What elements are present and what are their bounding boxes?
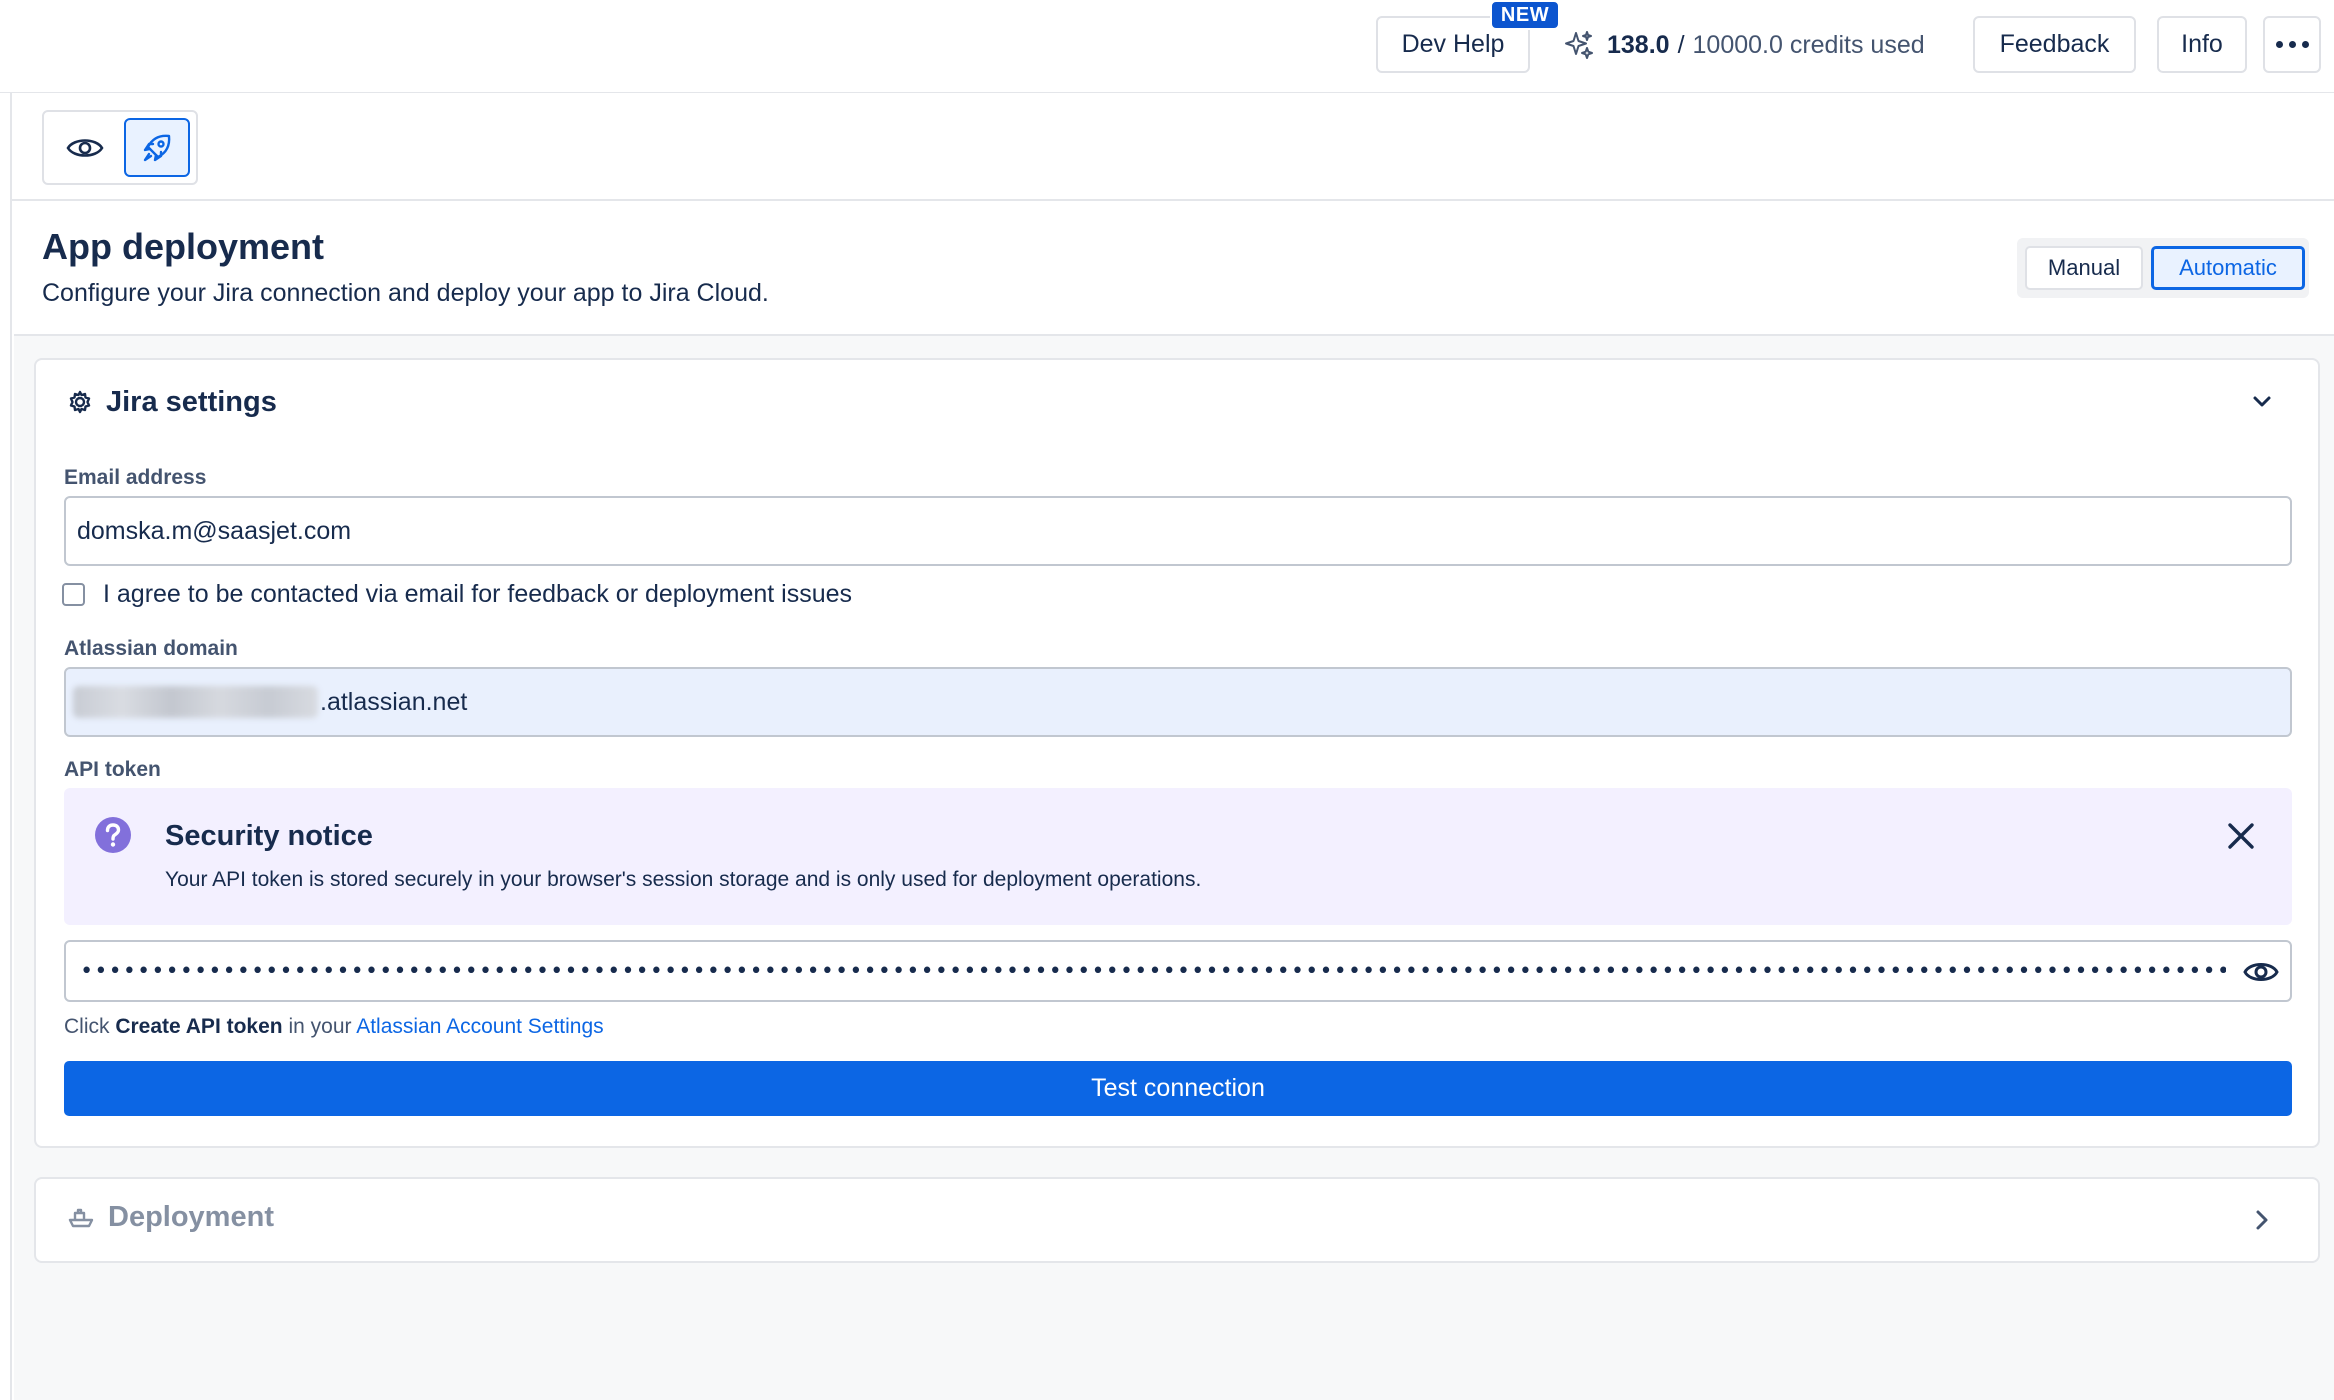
show-password-eye-icon[interactable] [2242,954,2280,990]
view-toolbar [42,110,198,185]
api-token-label: API token [64,758,161,781]
new-badge: NEW [1490,0,1560,30]
jira-settings-header[interactable]: Jira settings [68,382,277,422]
domain-suffix: .atlassian.net [320,687,468,716]
api-token-field[interactable]: ••••••••••••••••••••••••••••••••••••••••… [64,940,2292,1002]
info-label: Info [2181,30,2223,58]
security-notice: Security notice Your API token is stored… [64,788,2292,925]
deployment-mode-toggle: Manual Automatic [2017,238,2309,298]
api-token-helper: Click Create API token in your Atlassian… [64,1015,604,1039]
deployment-title: Deployment [108,1201,274,1233]
dev-help-label: Dev Help [1401,30,1505,58]
email-field[interactable]: domska.m@saasjet.com [64,496,2292,566]
close-icon[interactable] [2223,818,2259,854]
chevron-right-icon[interactable] [2252,1208,2272,1232]
credits-indicator: 138.0 / 10000.0 credits used [1563,27,1925,63]
helper-prefix: Click [64,1015,110,1038]
helper-middle: in your [288,1015,352,1038]
api-token-masked-value: ••••••••••••••••••••••••••••••••••••••••… [80,958,2226,984]
security-notice-title: Security notice [165,820,373,852]
atlassian-domain-field[interactable]: .atlassian.net [64,667,2292,737]
test-connection-button[interactable]: Test connection [64,1061,2292,1116]
page-title: App deployment [42,226,325,267]
jira-settings-title: Jira settings [106,385,277,418]
mode-automatic-button[interactable]: Automatic [2151,246,2305,290]
info-button[interactable]: Info [2157,16,2247,73]
question-circle-icon [95,817,131,853]
credits-total-label: 10000.0 credits used [1692,30,1925,59]
test-connection-label: Test connection [1091,1074,1265,1102]
security-notice-text: Your API token is stored securely in you… [165,868,1202,891]
email-label: Email address [64,466,207,489]
deployment-header[interactable]: Deployment [68,1201,274,1234]
credits-used: 138.0 [1607,30,1670,59]
left-rail [0,93,12,1400]
sparkles-icon [1565,31,1593,59]
gear-icon [69,390,91,414]
more-button[interactable] [2263,16,2321,73]
agree-contact-row: I agree to be contacted via email for fe… [62,580,852,609]
chevron-down-icon[interactable] [2250,390,2274,414]
helper-bold: Create API token [115,1015,283,1038]
preview-button[interactable] [52,118,118,177]
mode-manual-button[interactable]: Manual [2025,246,2143,290]
toolbar-divider [12,199,2334,201]
email-value: domska.m@saasjet.com [77,516,352,545]
feedback-button[interactable]: Feedback [1973,16,2136,73]
credits-separator: / [1677,30,1685,59]
agree-contact-checkbox[interactable] [62,583,85,606]
redacted-subdomain [73,686,318,718]
atlassian-account-settings-link[interactable]: Atlassian Account Settings [356,1015,603,1038]
ship-icon [68,1208,94,1227]
deploy-button[interactable] [124,118,190,177]
deployment-card[interactable] [34,1177,2320,1263]
top-bar: Dev Help NEW 138.0 / 10000.0 credits use… [0,0,2334,93]
feedback-label: Feedback [1999,30,2110,58]
page-subtitle: Configure your Jira connection and deplo… [42,279,769,307]
atlassian-domain-label: Atlassian domain [64,637,238,660]
agree-contact-label: I agree to be contacted via email for fe… [103,580,853,608]
more-horizontal-icon [2275,41,2309,48]
eye-icon [66,138,104,157]
rocket-icon [143,134,171,161]
